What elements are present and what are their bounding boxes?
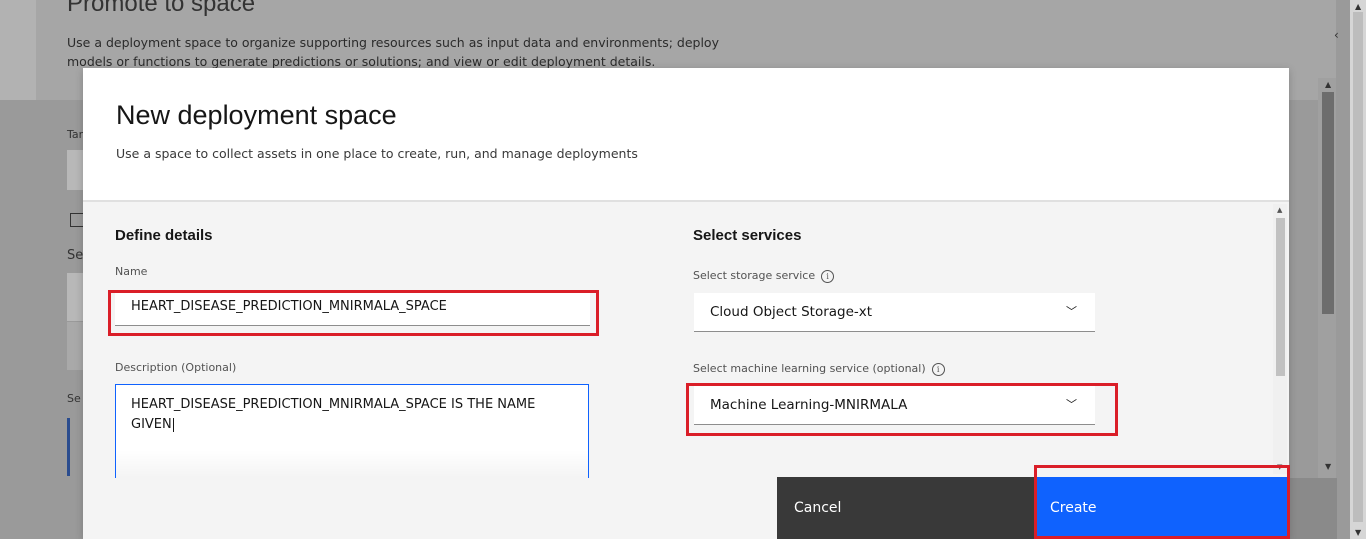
window-scroll-up-icon[interactable]: ▲ (1355, 2, 1361, 11)
background-description: Use a deployment space to organize suppo… (67, 35, 719, 69)
scroll-down-arrow-icon[interactable]: ▼ (1325, 462, 1331, 471)
define-details-heading: Define details (115, 227, 213, 244)
background-title: Promote to space (67, 0, 256, 17)
new-deployment-space-modal: New deployment space Use a space to coll… (83, 68, 1290, 539)
window-scroll-down-icon[interactable]: ▼ (1355, 528, 1361, 537)
background-scrollbar-thumb[interactable] (1322, 92, 1334, 314)
ml-service-label-text: Select machine learning service (optiona… (693, 362, 926, 375)
storage-service-select[interactable]: Cloud Object Storage-xt ﹀ (694, 293, 1095, 332)
info-icon[interactable]: i (931, 362, 945, 376)
modal-title: New deployment space (116, 100, 397, 130)
modal-scroll-down-icon[interactable]: ▼ (1277, 463, 1282, 471)
text-caret (172, 417, 174, 432)
background-target-field (67, 150, 83, 190)
create-button[interactable]: Create (1034, 477, 1289, 539)
background-left-strip (0, 0, 36, 100)
ml-service-select[interactable]: Machine Learning-MNIRMALA ﹀ (694, 386, 1095, 425)
background-select-label: Se (67, 392, 81, 405)
modal-header: New deployment space Use a space to coll… (83, 68, 1289, 202)
ml-service-value: Machine Learning-MNIRMALA (710, 397, 908, 413)
cancel-button[interactable]: Cancel (777, 477, 1034, 539)
description-textarea[interactable]: HEART_DISEASE_PREDICTION_MNIRMALA_SPACE … (115, 384, 589, 478)
chevron-left-icon[interactable]: ‹ (1334, 28, 1339, 42)
select-services-heading: Select services (693, 227, 802, 244)
description-text: HEART_DISEASE_PREDICTION_MNIRMALA_SPACE … (131, 397, 536, 432)
description-label: Description (Optional) (115, 361, 237, 374)
scroll-up-arrow-icon[interactable]: ▲ (1325, 80, 1331, 89)
chevron-down-icon: ﹀ (1066, 398, 1077, 411)
background-footer (1289, 478, 1337, 539)
ml-service-label: Select machine learning service (optiona… (693, 362, 945, 376)
background-target-label: Tar (67, 128, 84, 141)
storage-service-value: Cloud Object Storage-xt (710, 304, 873, 320)
name-input[interactable]: HEART_DISEASE_PREDICTION_MNIRMALA_SPACE (115, 290, 590, 326)
modal-scroll-up-icon[interactable]: ▲ (1277, 206, 1282, 214)
storage-service-label: Select storage service i (693, 269, 835, 283)
storage-service-label-text: Select storage service (693, 269, 816, 282)
background-checkbox (70, 213, 84, 227)
modal-subtitle: Use a space to collect assets in one pla… (116, 146, 638, 161)
background-table-row (67, 322, 83, 370)
modal-scrollbar-thumb[interactable] (1276, 218, 1285, 376)
name-label: Name (115, 265, 148, 278)
background-section-label: Se (67, 248, 84, 263)
background-selection-bar (67, 418, 70, 476)
chevron-down-icon: ﹀ (1066, 305, 1077, 318)
window-scrollbar-thumb[interactable] (1353, 12, 1363, 522)
background-table-header (67, 273, 83, 321)
info-icon[interactable]: i (821, 269, 835, 283)
